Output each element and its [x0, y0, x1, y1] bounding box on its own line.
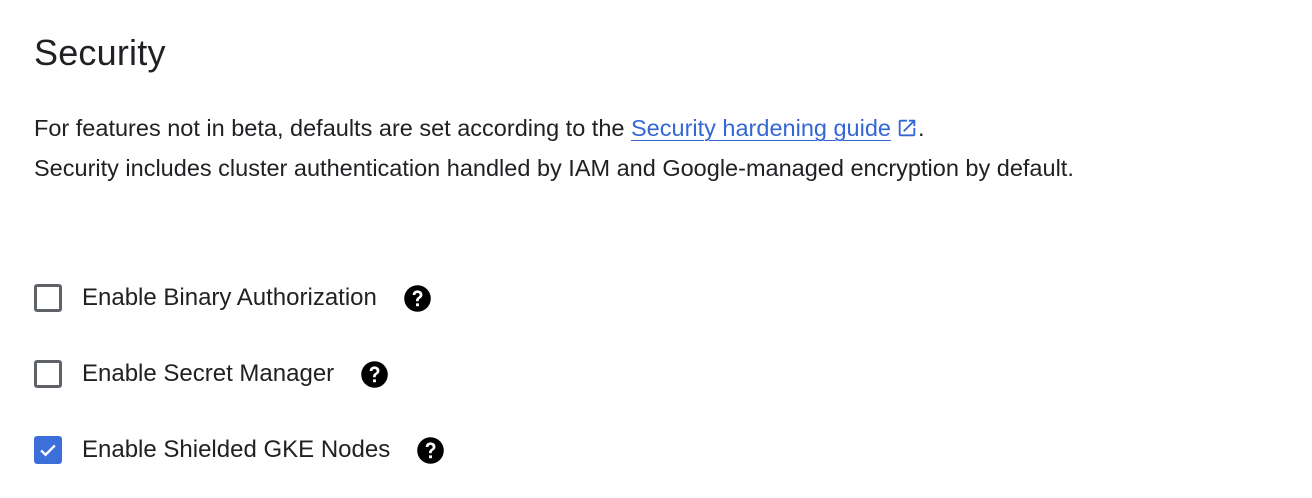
option-binary-authorization[interactable]: Enable Binary Authorization	[34, 282, 432, 314]
checkmark-icon	[40, 444, 56, 457]
security-hardening-guide-link[interactable]: Security hardening guide	[631, 115, 918, 141]
option-label: Enable Binary Authorization	[82, 284, 377, 311]
description-text-after-link: .	[917, 115, 925, 141]
open-in-new-icon	[898, 119, 916, 137]
link-label: Security hardening guide	[631, 115, 891, 141]
help-circle-icon[interactable]	[360, 360, 389, 389]
description-text-before-link: For features not in beta, defaults are s…	[34, 115, 631, 141]
option-shielded-gke-nodes[interactable]: Enable Shielded GKE Nodes	[34, 434, 445, 466]
help-circle-icon[interactable]	[403, 284, 432, 313]
description-text-rest: Security includes cluster authentication…	[34, 155, 1074, 181]
binary-authorization-checkbox[interactable]	[34, 284, 62, 312]
option-label: Enable Secret Manager	[82, 360, 335, 387]
help-circle-icon[interactable]	[416, 436, 445, 465]
option-label: Enable Shielded GKE Nodes	[82, 436, 391, 463]
section-title: Security	[34, 32, 166, 73]
shielded-gke-nodes-checkbox[interactable]	[34, 436, 62, 464]
section-description: For features not in beta, defaults are s…	[34, 108, 1094, 188]
secret-manager-checkbox[interactable]	[34, 360, 62, 388]
option-secret-manager[interactable]: Enable Secret Manager	[34, 358, 389, 390]
